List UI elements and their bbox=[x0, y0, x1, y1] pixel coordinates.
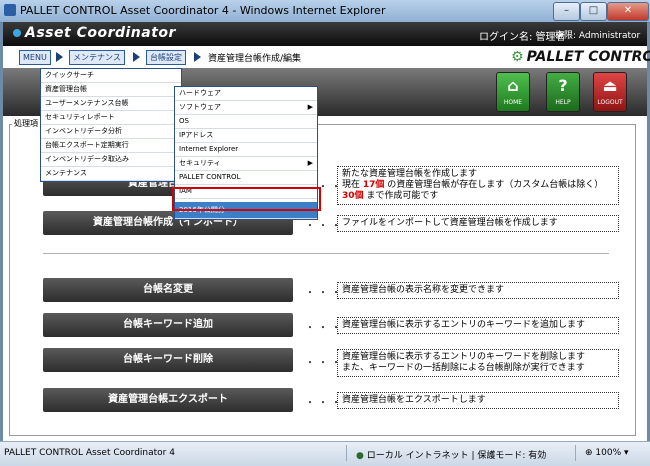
help-label: HELP bbox=[555, 99, 571, 106]
logout-label: LOGOUT bbox=[597, 99, 623, 106]
submenu-item-pallet-control[interactable]: PALLET CONTROL bbox=[175, 171, 317, 185]
logout-icon: ⏏ bbox=[602, 76, 618, 95]
add-keyword-button[interactable]: 台帳キーワード追加 bbox=[43, 313, 293, 337]
zoom-level[interactable]: ⊕ 100% ▾ bbox=[585, 448, 629, 458]
description-line: 資産管理台帳の表示名称を変更できます bbox=[342, 285, 505, 295]
export-ledger-description: 資産管理台帳をエクスポートします bbox=[337, 392, 619, 409]
logo-mark-icon bbox=[13, 29, 21, 37]
breadcrumb-current: 資産管理台帳作成/編集 bbox=[208, 54, 302, 64]
menu-item-user-maintenance-ledger[interactable]: ユーザーメンテナンス台帳 bbox=[41, 97, 181, 111]
logout-button[interactable]: ⏏ LOGOUT bbox=[593, 72, 627, 112]
breadcrumb-maintenance[interactable]: メンテナンス bbox=[69, 50, 125, 65]
breadcrumb: MENU メンテナンス 台帳設定 資産管理台帳作成/編集 ⚙ PALLET CON… bbox=[3, 46, 650, 68]
export-ledger-button[interactable]: 資産管理台帳エクスポート bbox=[43, 388, 293, 412]
menu-item-inventory-analysis[interactable]: インベントリデータ分析 bbox=[41, 125, 181, 139]
description-line: 新たな資産管理台帳を作成します bbox=[342, 169, 478, 179]
minimize-button[interactable]: – bbox=[553, 2, 580, 21]
description-line: 資産管理台帳に表示するエントリのキーワードを追加します bbox=[342, 320, 586, 330]
menu-item-inventory-import[interactable]: インベントリデータ取込み bbox=[41, 153, 181, 167]
description-line: また、キーワードの一括削除による台帳削除が実行できます bbox=[342, 363, 585, 373]
submenu-item-hardware[interactable]: ハードウェア bbox=[175, 87, 317, 101]
description-line: 30個 まで作成可能です bbox=[342, 191, 439, 201]
account-role: 権限: Administrator bbox=[555, 31, 641, 41]
brand-logo: ⚙ PALLET CONTROL bbox=[511, 49, 650, 65]
process-panel-label: 処理項 bbox=[12, 118, 40, 129]
login-name: ログイン名: 管理者 bbox=[479, 32, 566, 43]
ledger-max: 30個 bbox=[342, 191, 364, 201]
submenu-arrow-icon: ▶ bbox=[307, 159, 313, 167]
create-ledger-description: 新たな資産管理台帳を作成します 現在 17個 の資産管理台帳が存在します（カスタ… bbox=[337, 166, 619, 205]
delete-keyword-button[interactable]: 台帳キーワード削除 bbox=[43, 348, 293, 372]
chevron-down-icon: ▾ bbox=[621, 448, 629, 458]
submenu-item-ip-address[interactable]: IPアドレス bbox=[175, 129, 317, 143]
window-titlebar: PALLET CONTROL Asset Coordinator 4 - Win… bbox=[0, 0, 650, 23]
menu-item-maintenance[interactable]: メンテナンス bbox=[41, 167, 181, 181]
import-ledger-description: ファイルをインポートして資産管理台帳を作成します bbox=[337, 215, 619, 232]
submenu-arrow-icon: ▶ bbox=[307, 103, 313, 111]
description-line: 資産管理台帳に表示するエントリのキーワードを削除します bbox=[342, 352, 586, 362]
menu-item-scheduled-export[interactable]: 台帳エクスポート定期実行 bbox=[41, 139, 181, 153]
breadcrumb-ledger-settings[interactable]: 台帳設定 bbox=[146, 50, 186, 65]
home-icon: ⌂ bbox=[507, 76, 519, 95]
breadcrumb-arrow-icon bbox=[56, 52, 63, 62]
highlight-box bbox=[172, 187, 321, 211]
ledger-count: 17個 bbox=[362, 180, 385, 190]
description-line: 現在 17個 の資産管理台帳が存在します（カスタム台帳は除く） bbox=[342, 180, 604, 190]
ie-icon bbox=[4, 4, 16, 16]
description-line: 資産管理台帳をエクスポートします bbox=[342, 395, 486, 405]
brand-text: PALLET CONTROL bbox=[526, 49, 650, 65]
rename-ledger-description: 資産管理台帳の表示名称を変更できます bbox=[337, 282, 619, 299]
submenu-item-os[interactable]: OS bbox=[175, 115, 317, 129]
menu-item-quick-search[interactable]: クイックサーチ bbox=[41, 69, 181, 83]
close-button[interactable]: ✕ bbox=[607, 2, 649, 21]
submenu-item-software[interactable]: ソフトウェア ▶ bbox=[175, 101, 317, 115]
app-logo: Asset Coordinator bbox=[13, 25, 176, 41]
main-menu: クイックサーチ 資産管理台帳 ユーザーメンテナンス台帳 セキュリティレポート イ… bbox=[40, 68, 182, 182]
menu-item-asset-ledger[interactable]: 資産管理台帳 bbox=[41, 83, 181, 97]
delete-keyword-description: 資産管理台帳に表示するエントリのキーワードを削除します また、キーワードの一括削… bbox=[337, 349, 619, 377]
menu-item-security-report[interactable]: セキュリティレポート bbox=[41, 111, 181, 125]
submenu-item-security[interactable]: セキュリティ ▶ bbox=[175, 157, 317, 171]
status-text: PALLET CONTROL Asset Coordinator 4 bbox=[4, 448, 175, 458]
status-separator bbox=[346, 445, 347, 461]
window-title: PALLET CONTROL Asset Coordinator 4 - Win… bbox=[20, 4, 386, 17]
globe-icon: ● bbox=[356, 451, 367, 461]
home-label: HOME bbox=[503, 99, 523, 106]
help-icon: ? bbox=[558, 76, 568, 95]
security-zone: ● ローカル イントラネット | 保護モード: 有効 bbox=[356, 451, 547, 461]
zoom-icon: ⊕ bbox=[585, 448, 596, 458]
home-button[interactable]: ⌂ HOME bbox=[496, 72, 530, 112]
divider bbox=[43, 253, 609, 254]
status-bar: PALLET CONTROL Asset Coordinator 4 ● ローカ… bbox=[0, 441, 650, 466]
app-logo-text: Asset Coordinator bbox=[25, 25, 176, 41]
description-line: ファイルをインポートして資産管理台帳を作成します bbox=[342, 218, 558, 228]
submenu-item-internet-explorer[interactable]: Internet Explorer bbox=[175, 143, 317, 157]
status-separator bbox=[575, 445, 576, 461]
brand-mark-icon: ⚙ bbox=[511, 49, 524, 65]
add-keyword-description: 資産管理台帳に表示するエントリのキーワードを追加します bbox=[337, 317, 619, 334]
help-button[interactable]: ? HELP bbox=[546, 72, 580, 112]
breadcrumb-arrow-icon bbox=[133, 52, 140, 62]
app-header: Asset Coordinator ログイン名: 管理者 権限: Adminis… bbox=[3, 22, 647, 46]
breadcrumb-arrow-icon bbox=[194, 52, 201, 62]
breadcrumb-menu[interactable]: MENU bbox=[19, 50, 51, 65]
rename-ledger-button[interactable]: 台帳名変更 bbox=[43, 278, 293, 302]
maximize-button[interactable]: □ bbox=[580, 2, 607, 21]
